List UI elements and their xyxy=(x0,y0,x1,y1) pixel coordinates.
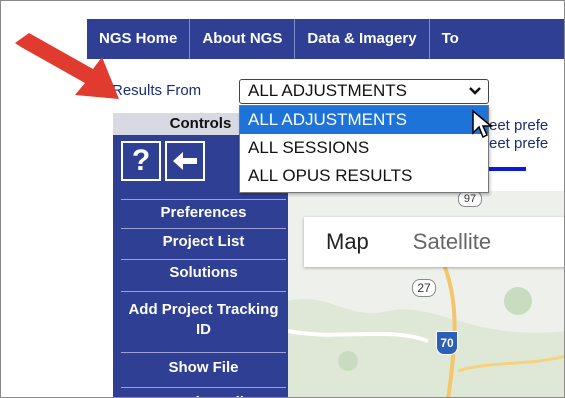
select-value: ALL ADJUSTMENTS xyxy=(248,81,408,100)
option-all-opus-results[interactable]: ALL OPUS RESULTS xyxy=(240,162,488,190)
show-file-button[interactable]: Show File xyxy=(121,352,286,382)
back-arrow-icon[interactable] xyxy=(165,141,205,181)
chevron-down-icon xyxy=(468,80,482,108)
send-email-button[interactable]: Send Email xyxy=(121,387,286,397)
results-dropdown-list: ALL ADJUSTMENTS ALL SESSIONS ALL OPUS RE… xyxy=(239,105,489,193)
interstate-70-shield: 70 xyxy=(436,331,458,355)
nav-data-imagery[interactable]: Data & Imagery xyxy=(295,19,430,59)
route-27-badge: 27 xyxy=(412,279,436,297)
nav-tools[interactable]: To xyxy=(430,19,471,59)
preferences-button[interactable]: Preferences xyxy=(121,199,286,225)
preferences-line: eet prefe xyxy=(489,135,549,152)
red-arrow-icon xyxy=(15,33,119,99)
tab-map[interactable]: Map xyxy=(304,217,391,267)
preferences-line: eet prefe xyxy=(489,117,549,134)
tab-satellite[interactable]: Satellite xyxy=(391,217,513,267)
route-97-badge: 97 xyxy=(458,191,482,207)
results-from-select[interactable]: ALL ADJUSTMENTS xyxy=(239,79,489,104)
option-all-adjustments[interactable]: ALL ADJUSTMENTS xyxy=(240,106,488,134)
mouse-cursor-icon xyxy=(472,109,494,139)
nav-about-ngs[interactable]: About NGS xyxy=(190,19,296,59)
preferences-text: eet prefe eet prefe xyxy=(489,117,548,153)
map-type-tabs: Map Satellite xyxy=(304,217,564,267)
help-icon[interactable]: ? xyxy=(121,141,161,181)
project-list-button[interactable]: Project List xyxy=(121,228,286,254)
add-project-tracking-id-button[interactable]: Add Project Tracking ID xyxy=(121,291,286,347)
solutions-button[interactable]: Solutions xyxy=(121,259,286,285)
screenshot-frame: NGS Home About NGS Data & Imagery To Res… xyxy=(0,0,565,398)
option-all-sessions[interactable]: ALL SESSIONS xyxy=(240,134,488,162)
progress-line xyxy=(489,167,526,171)
map-area[interactable]: k 97 27 70 Map Satellite xyxy=(288,191,564,397)
top-nav: NGS Home About NGS Data & Imagery To xyxy=(87,19,564,59)
